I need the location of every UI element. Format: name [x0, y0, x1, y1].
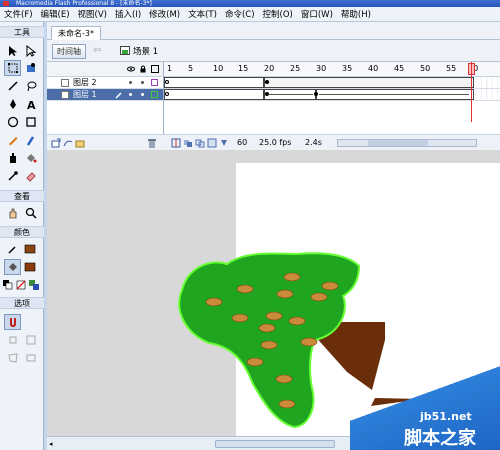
no-color-icon[interactable]	[14, 277, 28, 293]
envelope-icon	[22, 350, 39, 366]
eyedropper-tool-icon[interactable]	[4, 168, 21, 184]
tree-spot	[278, 399, 296, 409]
menu-file[interactable]: 文件(F)	[0, 8, 37, 20]
view-title: 查看	[0, 190, 44, 202]
tree-spot	[283, 272, 301, 282]
distort-icon	[4, 350, 21, 366]
scroll-left-icon[interactable]: ◂	[49, 440, 53, 448]
scale-icon	[22, 332, 39, 348]
tree-spot	[265, 311, 283, 321]
tools-panel: 工具 A 查看 颜色 选项	[0, 22, 44, 450]
tree-spot	[310, 292, 328, 302]
stroke-color-icon[interactable]	[4, 241, 21, 257]
menu-view[interactable]: 视图(V)	[74, 8, 111, 20]
eraser-tool-icon[interactable]	[22, 168, 39, 184]
menu-text[interactable]: 文本(T)	[184, 8, 221, 20]
menu-help[interactable]: 帮助(H)	[337, 8, 375, 20]
tree-spot	[246, 357, 264, 367]
stroke-color-swatch[interactable]	[21, 241, 38, 257]
tools-title: 工具	[0, 26, 44, 38]
line-tool-icon[interactable]	[4, 78, 21, 94]
tree-spot	[231, 313, 249, 323]
app-icon	[3, 1, 9, 6]
pen-tool-icon[interactable]	[4, 96, 21, 112]
svg-text:A: A	[27, 99, 36, 110]
colors-title: 颜色	[0, 226, 44, 238]
watermark-url: jb51.net	[420, 410, 472, 423]
zoom-tool-icon[interactable]	[22, 205, 39, 221]
tree-spot	[236, 284, 254, 294]
stage-hscroll-thumb[interactable]	[215, 440, 335, 448]
subselection-tool-icon[interactable]	[22, 43, 39, 59]
watermark-text: 脚本之家	[404, 428, 476, 449]
menu-insert[interactable]: 插入(I)	[111, 8, 145, 20]
rectangle-tool-icon[interactable]	[22, 114, 39, 130]
ink-bottle-tool-icon[interactable]	[4, 150, 21, 166]
tree-spot	[275, 374, 293, 384]
free-transform-tool-icon[interactable]	[4, 60, 21, 76]
window-title: Macromedia Flash Professional 8 - [未命名-3…	[16, 0, 152, 7]
rotate-skew-icon	[4, 332, 21, 348]
pencil-tool-icon[interactable]	[4, 132, 21, 148]
black-white-icon[interactable]	[1, 277, 15, 293]
tree-spot	[300, 337, 318, 347]
tree-spot	[276, 289, 294, 299]
brush-tool-icon[interactable]	[22, 132, 39, 148]
menu-bar: 文件(F) 编辑(E) 视图(V) 插入(I) 修改(M) 文本(T) 命令(C…	[0, 7, 500, 22]
lasso-tool-icon[interactable]	[22, 78, 39, 94]
fill-color-swatch[interactable]	[21, 259, 38, 275]
menu-control[interactable]: 控制(O)	[259, 8, 297, 20]
fill-color-icon[interactable]	[4, 259, 21, 275]
hand-tool-icon[interactable]	[4, 205, 21, 221]
text-tool-icon[interactable]: A	[22, 96, 39, 112]
tree-spot	[258, 323, 276, 333]
paint-bucket-tool-icon[interactable]	[22, 150, 39, 166]
menu-commands[interactable]: 命令(C)	[221, 8, 259, 20]
oval-tool-icon[interactable]	[4, 114, 21, 130]
snap-magnet-icon[interactable]	[4, 314, 21, 330]
tree-spot	[260, 340, 278, 350]
title-bar: Macromedia Flash Professional 8 - [未命名-3…	[0, 0, 500, 7]
menu-modify[interactable]: 修改(M)	[145, 8, 184, 20]
menu-window[interactable]: 窗口(W)	[297, 8, 337, 20]
swap-colors-icon[interactable]	[27, 277, 41, 293]
selection-tool-icon[interactable]	[4, 43, 21, 59]
tree-spot	[288, 316, 306, 326]
menu-edit[interactable]: 编辑(E)	[37, 8, 74, 20]
fill-transform-tool-icon[interactable]	[22, 60, 39, 76]
tree-spot	[205, 297, 223, 307]
tree-spot	[321, 281, 339, 291]
options-title: 选项	[0, 297, 44, 309]
